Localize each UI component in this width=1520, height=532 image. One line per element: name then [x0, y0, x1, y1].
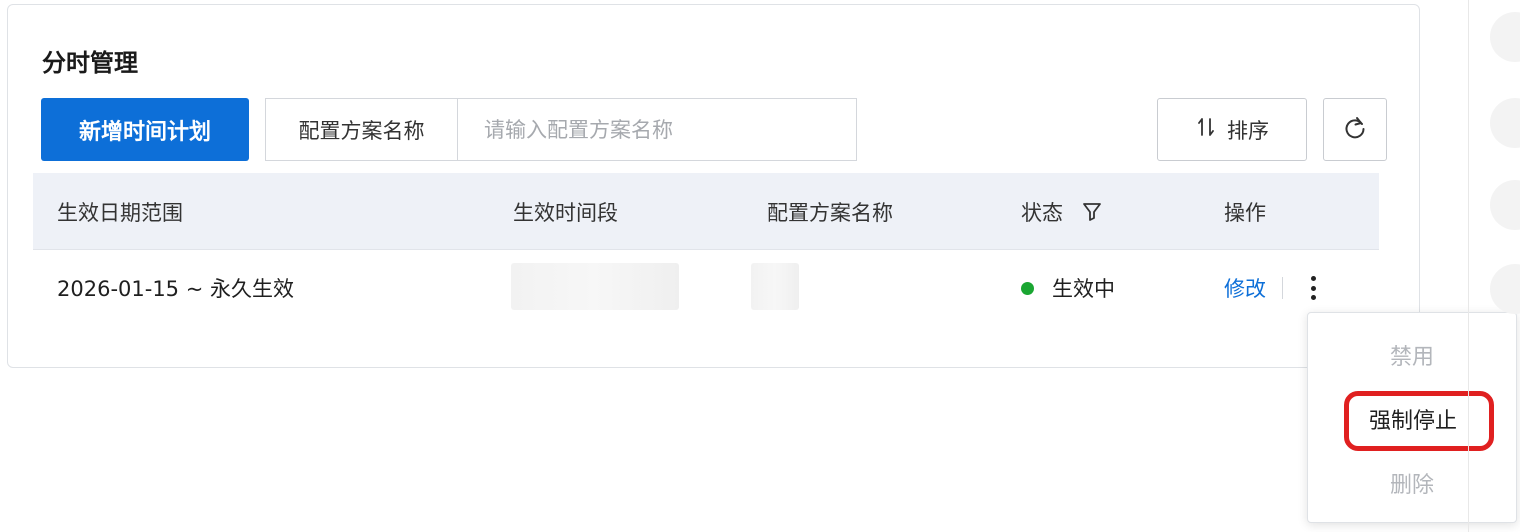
more-actions-icon[interactable]: [1303, 273, 1323, 303]
column-header-scheme-name: 配置方案名称: [767, 200, 893, 225]
column-header-actions: 操作: [1224, 200, 1266, 225]
table-header: 生效日期范围 生效时间段 配置方案名称 状态 操作: [33, 173, 1379, 250]
status-cell: 生效中: [1021, 250, 1115, 326]
filter-label: 配置方案名称: [266, 99, 458, 160]
scheme-name-search-input[interactable]: [458, 99, 856, 160]
refresh-button[interactable]: [1323, 98, 1387, 161]
status-dot-icon: [1021, 281, 1034, 295]
redacted-scheme-name: [751, 263, 799, 310]
column-header-date-range: 生效日期范围: [57, 200, 183, 225]
refresh-icon: [1342, 115, 1368, 145]
status-header-label: 状态: [1021, 200, 1063, 225]
scheme-name-filter: 配置方案名称: [265, 98, 857, 161]
rail-avatar: [1490, 12, 1520, 62]
sort-button[interactable]: 排序: [1157, 98, 1307, 161]
redacted-time-period: [511, 263, 679, 310]
add-time-plan-button[interactable]: 新增时间计划: [41, 98, 249, 161]
menu-item-delete[interactable]: 删除: [1308, 463, 1516, 503]
column-header-time-period: 生效时间段: [513, 200, 618, 225]
sort-icon: [1195, 116, 1217, 143]
rail-avatar: [1490, 98, 1520, 148]
more-actions-menu: 禁用 强制停止 删除: [1307, 312, 1517, 523]
rail-avatar: [1490, 180, 1520, 230]
rail-avatar: [1490, 264, 1520, 314]
table-row: 2026-01-15 ~ 永久生效 生效中 修改: [33, 250, 1379, 326]
page-title: 分时管理: [42, 49, 138, 77]
date-range-cell: 2026-01-15 ~ 永久生效: [57, 277, 294, 301]
page: 分时管理 新增时间计划 配置方案名称 排序 生效日期范围 生效: [0, 0, 1520, 532]
sort-label: 排序: [1227, 118, 1269, 143]
menu-item-disable[interactable]: 禁用: [1308, 335, 1516, 375]
action-divider: [1282, 277, 1283, 299]
right-rail-divider: [1468, 0, 1469, 532]
status-badge: 生效中: [1052, 277, 1115, 301]
column-header-status: 状态: [1021, 173, 1103, 250]
filter-icon[interactable]: [1081, 200, 1103, 224]
edit-link[interactable]: 修改: [1224, 273, 1266, 303]
menu-item-force-stop[interactable]: 强制停止: [1308, 399, 1516, 439]
